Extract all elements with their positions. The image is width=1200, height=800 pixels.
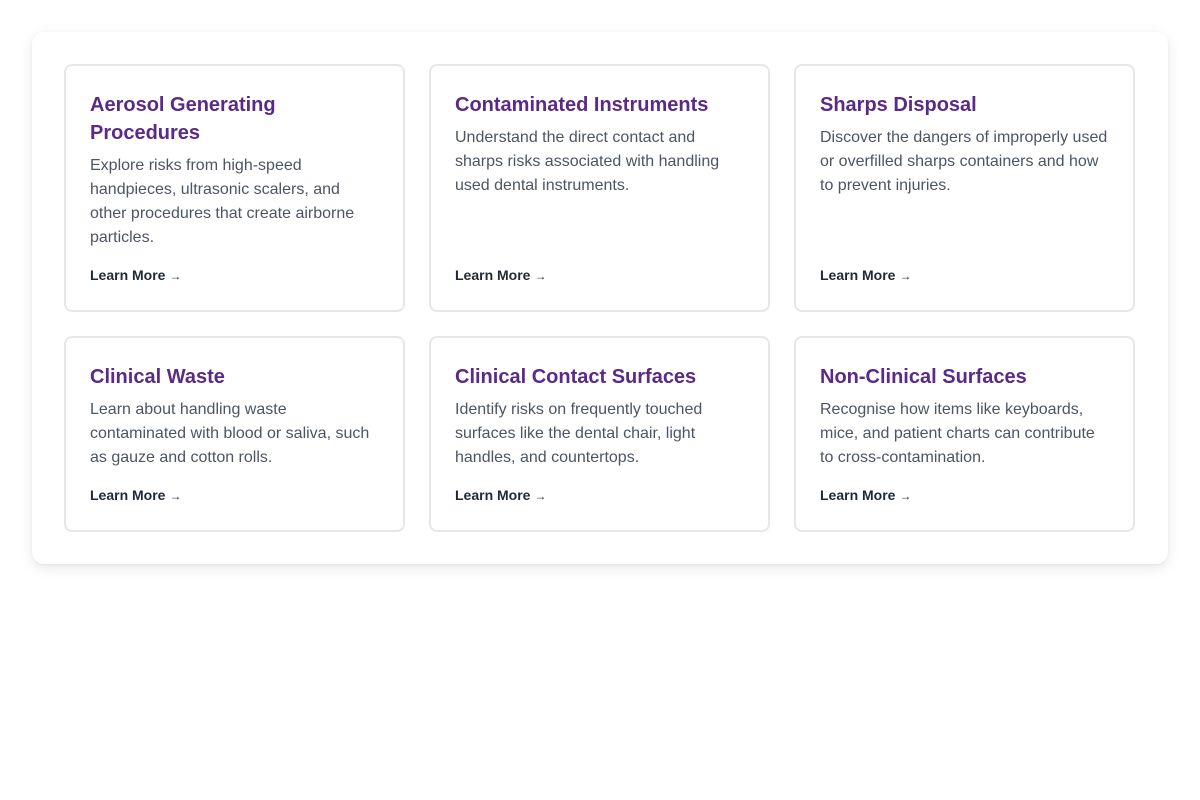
learn-more-link[interactable]: Learn More → [90,485,181,505]
card-description: Learn about handling waste contaminated … [90,401,370,466]
hazard-card-grid: Aerosol Generating Procedures Explore ri… [64,64,1136,532]
learn-more-label: Learn More [90,487,166,503]
card-sharps-disposal[interactable]: Sharps Disposal Discover the dangers of … [794,64,1135,312]
card-description: Discover the dangers of improperly used … [820,129,1108,194]
learn-more-label: Learn More [820,487,896,503]
card-clinical-contact-surfaces[interactable]: Clinical Contact Surfaces Identify risks… [429,336,770,532]
arrow-right-icon: → [534,489,547,503]
learn-more-link[interactable]: Learn More → [455,485,546,505]
learn-more-link[interactable]: Learn More → [455,265,546,285]
card-description: Recognise how items like keyboards, mice… [820,401,1095,466]
card-title: Clinical Waste [90,366,225,388]
learn-more-label: Learn More [455,487,531,503]
card-title: Non-Clinical Surfaces [820,366,1027,388]
card-non-clinical-surfaces[interactable]: Non-Clinical Surfaces Recognise how item… [794,336,1135,532]
card-description: Identify risks on frequently touched sur… [455,401,703,466]
card-aerosol-generating-procedures[interactable]: Aerosol Generating Procedures Explore ri… [64,64,405,312]
learn-more-label: Learn More [90,267,166,283]
arrow-right-icon: → [169,269,182,283]
card-description: Understand the direct contact and sharps… [455,129,720,194]
card-title: Clinical Contact Surfaces [455,366,697,388]
card-contaminated-instruments[interactable]: Contaminated Instruments Understand the … [429,64,770,312]
learn-more-link[interactable]: Learn More → [90,265,181,285]
card-title: Contaminated Instruments [455,94,709,116]
hazards-panel: Aerosol Generating Procedures Explore ri… [32,32,1168,564]
card-title: Aerosol Generating Procedures [90,94,276,144]
arrow-right-icon: → [169,489,182,503]
learn-more-link[interactable]: Learn More → [820,485,911,505]
card-title: Sharps Disposal [820,94,977,116]
learn-more-link[interactable]: Learn More → [820,265,911,285]
learn-more-label: Learn More [455,267,531,283]
learn-more-label: Learn More [820,267,896,283]
card-clinical-waste[interactable]: Clinical Waste Learn about handling wast… [64,336,405,532]
arrow-right-icon: → [534,269,547,283]
arrow-right-icon: → [899,489,912,503]
arrow-right-icon: → [899,269,912,283]
card-description: Explore risks from high-speed handpieces… [90,157,355,246]
